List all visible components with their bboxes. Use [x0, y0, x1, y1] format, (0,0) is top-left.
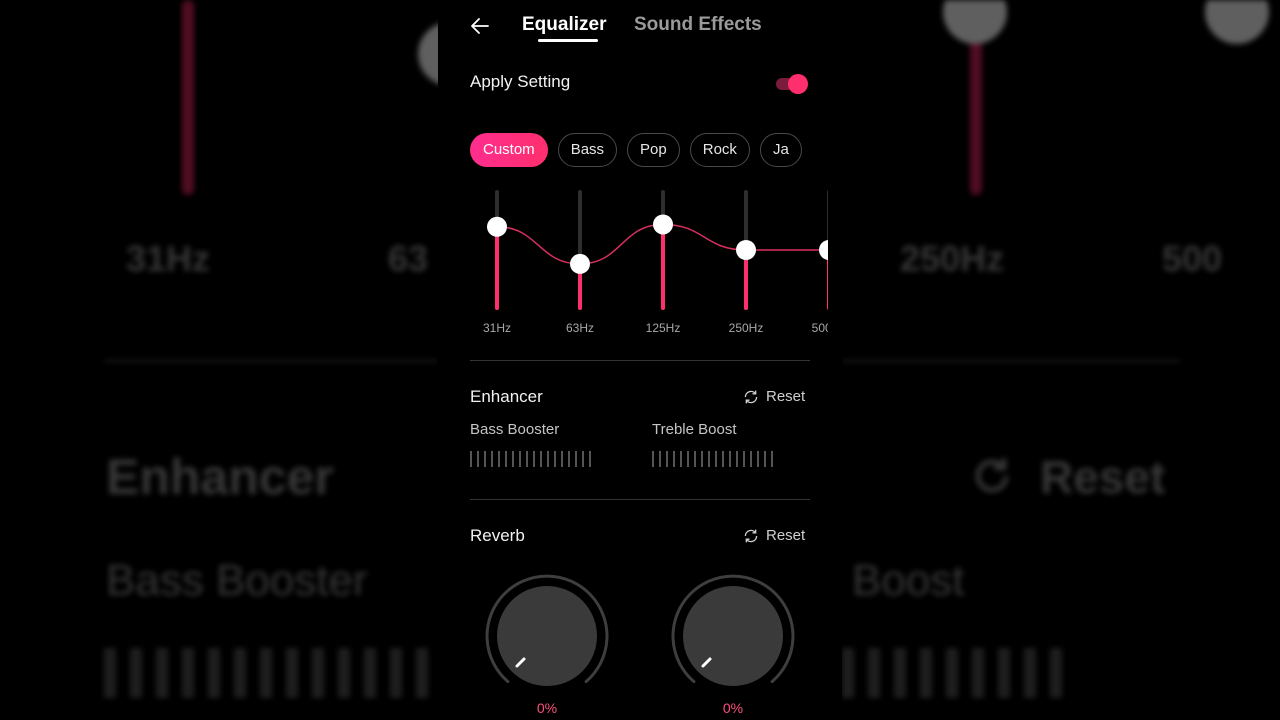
eq-band-handle[interactable]	[736, 240, 756, 260]
bg-eq-handle	[943, 0, 1007, 44]
bg-divider	[842, 360, 1180, 362]
arrow-left-icon[interactable]	[468, 14, 492, 38]
apply-setting-label: Apply Setting	[470, 72, 571, 91]
bg-band-label: 500	[1162, 238, 1223, 279]
bg-eq-handle	[1205, 0, 1269, 44]
divider	[470, 499, 810, 500]
equalizer-screen: Equalizer Sound Effects Apply Setting Cu…	[438, 0, 842, 720]
refresh-icon	[744, 529, 758, 543]
eq-band-label: 250Hz	[729, 321, 764, 335]
reverb-knob-2-value: 0%	[722, 700, 744, 716]
enhancer-title: Enhancer	[470, 387, 543, 406]
eq-band-label: 63Hz	[566, 321, 594, 335]
bg-band-label: 31Hz	[126, 238, 211, 279]
apply-setting-toggle[interactable]	[774, 73, 810, 95]
eq-band-handle[interactable]	[819, 240, 828, 260]
eq-band-label: 500Hz	[812, 321, 828, 335]
reverb-title: Reverb	[470, 526, 525, 545]
bg-eq-bar	[182, 0, 194, 195]
bg-band-label: 63	[388, 238, 429, 279]
preset-list[interactable]: Custom Bass Pop Rock Ja	[470, 133, 816, 167]
active-tab-indicator	[538, 39, 598, 42]
eq-band-handle[interactable]	[570, 253, 590, 274]
preset-chip-custom[interactable]: Custom	[470, 133, 548, 167]
reverb-knob-1-value: 0%	[536, 700, 558, 716]
bg-treble-fragment: Boost	[852, 556, 965, 605]
apply-setting-row: Apply Setting	[470, 70, 810, 96]
bg-ticks	[104, 648, 438, 698]
eq-band-labels: 31Hz 63Hz 125Hz 250Hz 500Hz	[483, 321, 828, 335]
bass-booster-slider[interactable]	[470, 451, 592, 467]
reset-label: Reset	[766, 388, 806, 405]
equalizer-graph[interactable]: 31Hz 63Hz 125Hz 250Hz 500Hz	[470, 188, 828, 344]
bg-divider	[104, 360, 438, 362]
eq-band-label: 125Hz	[646, 321, 681, 335]
reverb-knob-2[interactable]	[668, 570, 798, 700]
bg-band-label: 250Hz	[900, 238, 1005, 279]
eq-band-handle[interactable]	[487, 216, 507, 237]
bg-bass-booster-label: Bass Booster	[106, 556, 368, 605]
toggle-thumb	[788, 74, 808, 94]
reset-label: Reset	[766, 527, 806, 544]
treble-boost-label: Treble Boost	[652, 421, 737, 438]
tab-sound-effects[interactable]: Sound Effects	[634, 14, 762, 36]
bg-reset-label: Reset	[1040, 451, 1166, 503]
bg-refresh-icon	[975, 458, 1009, 493]
eq-band-label: 31Hz	[483, 321, 511, 335]
bg-ticks	[842, 648, 1062, 698]
reverb-knob-1[interactable]	[482, 570, 612, 700]
refresh-icon	[744, 390, 758, 404]
preset-chip-bass[interactable]: Bass	[557, 133, 618, 167]
preset-chip-rock[interactable]: Rock	[689, 133, 750, 167]
header: Equalizer Sound Effects	[438, 0, 842, 54]
bg-enhancer-title: Enhancer	[106, 449, 334, 505]
divider	[470, 360, 810, 361]
preset-chip-pop[interactable]: Pop	[627, 133, 680, 167]
preset-chip-jazz[interactable]: Ja	[759, 133, 802, 167]
eq-band-handle[interactable]	[653, 214, 673, 235]
tab-equalizer[interactable]: Equalizer	[522, 14, 606, 36]
bass-booster-label: Bass Booster	[470, 421, 560, 438]
bg-eq-bar	[970, 40, 982, 195]
treble-boost-slider[interactable]	[652, 451, 774, 467]
